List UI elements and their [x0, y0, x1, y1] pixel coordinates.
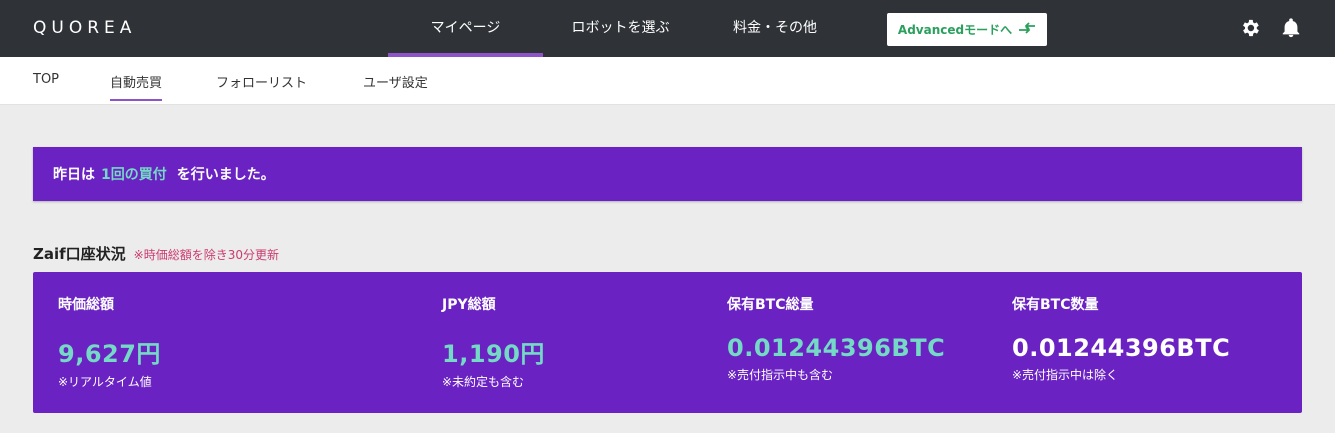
subnav-item-auto-trading[interactable]: 自動売買: [110, 72, 163, 101]
notice-suffix: を行いました。: [176, 167, 275, 183]
stat-value: 1,190円: [442, 340, 545, 368]
top-navbar: QUOREA マイページ ロボットを選ぶ 料金・その他 Advancedモードへ: [0, 0, 1335, 57]
nav-item-mypage[interactable]: マイページ: [388, 0, 543, 57]
sub-navbar: TOP 自動売買 フォローリスト ユーザ設定: [0, 57, 1335, 105]
stat-note: ※未約定も含む: [442, 375, 525, 389]
advanced-mode-button[interactable]: Advancedモードへ: [887, 13, 1047, 46]
swap-arrows-icon: [1018, 21, 1036, 38]
stat-note: ※売付指示中も含む: [727, 368, 834, 382]
nav-item-label: マイページ: [430, 20, 501, 36]
stat-label: 保有BTC総量: [727, 297, 814, 313]
nav-item-label: 料金・その他: [733, 20, 817, 36]
notice-banner: 昨日は 1回の買付 を行いました。: [33, 147, 1302, 201]
section-note: ※時価総額を除き30分更新: [133, 248, 279, 262]
stat-value: 0.01244396BTC: [727, 334, 946, 362]
nav-item-pricing[interactable]: 料金・その他: [715, 0, 835, 57]
notice-prefix: 昨日は: [53, 167, 95, 183]
bell-icon[interactable]: [1280, 17, 1302, 39]
stat-btc-available: 保有BTC数量 0.01244396BTC ※売付指示中は除く: [1012, 294, 1230, 383]
logo[interactable]: QUOREA: [33, 18, 136, 38]
notice-highlight: 1回の買付: [101, 167, 167, 183]
section-title: Zaif口座状況: [33, 245, 126, 263]
section-header: Zaif口座状況 ※時価総額を除き30分更新: [33, 243, 279, 264]
stat-label: JPY総額: [442, 297, 496, 313]
nav-item-label: ロボットを選ぶ: [571, 20, 670, 36]
subnav-item-user-settings[interactable]: ユーザ設定: [363, 72, 428, 99]
stat-jpy-total: JPY総額 1,190円 ※未約定も含む: [442, 294, 545, 390]
stat-label: 保有BTC数量: [1012, 297, 1099, 313]
stat-btc-total: 保有BTC総量 0.01244396BTC ※売付指示中も含む: [727, 294, 945, 383]
stat-value: 0.01244396BTC: [1012, 334, 1231, 362]
advanced-mode-label: Advancedモードへ: [897, 23, 1013, 37]
stat-label: 時価総額: [58, 297, 114, 313]
subnav-item-top[interactable]: TOP: [33, 72, 59, 95]
stat-value: 9,627円: [58, 340, 161, 368]
gear-icon[interactable]: [1239, 17, 1261, 39]
subnav-item-follow-list[interactable]: フォローリスト: [216, 72, 307, 99]
stat-market-value: 時価総額 9,627円 ※リアルタイム値: [58, 294, 161, 390]
account-stats-panel: 時価総額 9,627円 ※リアルタイム値 JPY総額 1,190円 ※未約定も含…: [33, 272, 1302, 413]
stat-note: ※リアルタイム値: [58, 375, 152, 389]
nav-item-choose-robot[interactable]: ロボットを選ぶ: [553, 0, 688, 57]
stat-note: ※売付指示中は除く: [1012, 368, 1119, 382]
